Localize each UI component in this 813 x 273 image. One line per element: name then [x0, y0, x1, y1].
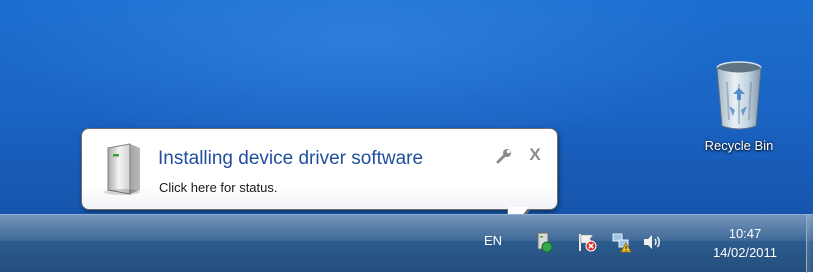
- device-install-icon[interactable]: [533, 231, 555, 253]
- wrench-icon: [496, 149, 511, 164]
- language-indicator[interactable]: EN: [484, 233, 502, 248]
- volume-icon[interactable]: [641, 231, 663, 253]
- clock-time: 10:47: [728, 226, 762, 241]
- device-install-icon: [104, 143, 140, 195]
- network-warning-icon[interactable]: [611, 231, 633, 253]
- recycle-bin[interactable]: Recycle Bin: [684, 60, 794, 153]
- clock-date: 14/02/2011: [712, 245, 778, 260]
- recycle-bin-icon: [716, 61, 762, 130]
- notification-balloon[interactable]: Installing device driver software Click …: [81, 128, 558, 210]
- balloon-subtitle[interactable]: Click here for status.: [159, 180, 278, 195]
- show-desktop-button[interactable]: [806, 215, 813, 273]
- clock[interactable]: 10:47 14/02/2011: [690, 224, 800, 262]
- close-button[interactable]: X: [526, 146, 544, 164]
- balloon-title: Installing device driver software: [158, 148, 424, 169]
- options-button[interactable]: [495, 147, 513, 165]
- recycle-bin-label: Recycle Bin: [704, 138, 774, 153]
- taskbar: EN 10:47 14/02/2011: [0, 214, 813, 273]
- action-center-flag-icon[interactable]: [576, 231, 598, 253]
